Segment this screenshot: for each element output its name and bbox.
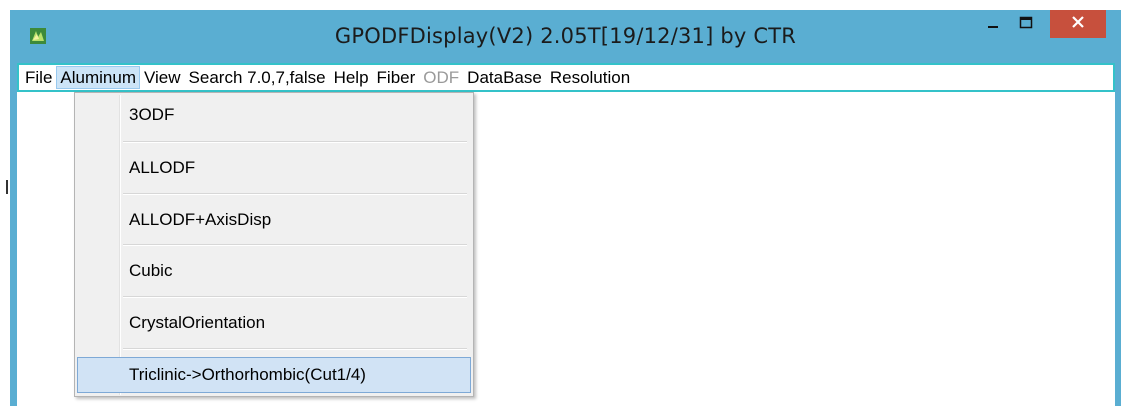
menu-option-allodf-axisdisp[interactable]: ALLODF+AxisDisp — [77, 202, 471, 238]
menu-option-triclinic-orthorhombic[interactable]: Triclinic->Orthorhombic(Cut1/4) — [77, 357, 471, 393]
menu-option-label: ALLODF — [129, 158, 196, 177]
close-icon — [1071, 15, 1085, 34]
menu-option-allodf[interactable]: ALLODF — [77, 150, 471, 186]
menu-option-crystalorientation[interactable]: CrystalOrientation — [77, 305, 471, 341]
menu-option-label: Cubic — [129, 261, 173, 280]
menu-resolution[interactable]: Resolution — [546, 66, 634, 89]
menu-option-cubic[interactable]: Cubic — [77, 253, 471, 289]
menu-option-label: ALLODF+AxisDisp — [129, 210, 272, 229]
menu-separator — [123, 296, 467, 298]
title-bar[interactable]: GPODFDisplay(V2) 2.05T[19/12/31] by CTR — [10, 10, 1121, 63]
menu-file[interactable]: File — [21, 66, 56, 89]
aluminum-dropdown-menu: 3ODF ALLODF ALLODF+AxisDisp Cubic Crysta… — [74, 92, 474, 397]
menu-view[interactable]: View — [140, 66, 185, 89]
menu-database[interactable]: DataBase — [463, 66, 546, 89]
minimize-icon — [987, 16, 999, 34]
maximize-button[interactable] — [1010, 10, 1042, 40]
minimize-button[interactable] — [978, 10, 1008, 40]
menu-option-3odf[interactable]: 3ODF — [77, 97, 471, 133]
menu-fiber[interactable]: Fiber — [373, 66, 420, 89]
menu-bar: File Aluminum View Search 7.0,7,false He… — [17, 63, 1115, 92]
window-title: GPODFDisplay(V2) 2.05T[19/12/31] by CTR — [334, 24, 797, 48]
menu-gutter — [119, 95, 121, 395]
menu-odf[interactable]: ODF — [419, 66, 463, 89]
menu-separator — [123, 141, 467, 143]
menu-help[interactable]: Help — [330, 66, 373, 89]
menu-aluminum[interactable]: Aluminum — [56, 66, 140, 89]
menu-separator — [123, 244, 467, 246]
menu-separator — [123, 193, 467, 195]
menu-separator — [123, 348, 467, 350]
menu-search[interactable]: Search 7.0,7,false — [185, 66, 330, 89]
menu-option-label: 3ODF — [129, 105, 175, 124]
menu-option-label: Triclinic->Orthorhombic(Cut1/4) — [129, 365, 366, 384]
background-mark — [6, 180, 8, 194]
menu-option-label: CrystalOrientation — [129, 313, 266, 332]
close-button[interactable] — [1050, 10, 1106, 38]
maximize-icon — [1019, 16, 1033, 35]
